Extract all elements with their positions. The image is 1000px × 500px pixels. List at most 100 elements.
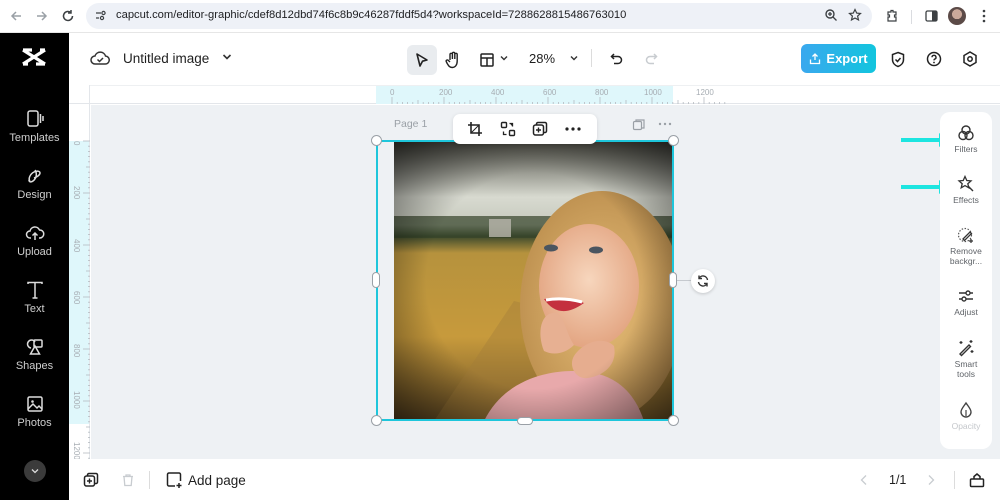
more-icon[interactable] (563, 119, 583, 139)
gear-icon (963, 51, 977, 67)
zoom-icon[interactable] (824, 8, 838, 22)
title-dropdown-chevron-icon[interactable] (221, 51, 233, 63)
replace-icon[interactable] (498, 119, 518, 139)
back-icon[interactable] (6, 6, 26, 26)
add-page-label: Add page (188, 472, 246, 488)
forward-icon[interactable] (32, 6, 52, 26)
ruler-ticks (391, 97, 726, 104)
resize-handle-bottom[interactable] (517, 417, 533, 425)
sidebar-more-button[interactable] (24, 460, 46, 482)
bottom-bar: Add page 1/1 (69, 459, 1000, 500)
panel-item-label: Opacity (951, 421, 981, 431)
export-button[interactable]: Export (801, 44, 876, 73)
smart-tools-icon (959, 340, 974, 357)
hand-icon (445, 51, 458, 69)
sidebar-item-text[interactable]: Text (0, 280, 69, 330)
menu-kebab-icon[interactable] (975, 7, 993, 25)
address-bar[interactable]: capcut.com/editor-graphic/cdef8d12dbd74f… (86, 3, 872, 29)
photos-icon (26, 396, 43, 412)
sidebar-item-label: Photos (17, 417, 52, 429)
resize-handle-top-left[interactable] (371, 135, 382, 146)
annotation-arrow-effects (901, 180, 949, 194)
sidebar-item-shapes[interactable]: Shapes (0, 337, 69, 387)
opacity-icon (960, 401, 972, 418)
panel-item-opacity[interactable]: Opacity (940, 401, 992, 431)
resize-handle-top-right[interactable] (668, 135, 679, 146)
page-counter: 1/1 (889, 473, 907, 487)
zoom-level[interactable]: 28% (529, 51, 555, 66)
adjust-icon (959, 290, 973, 302)
hand-tool-button[interactable] (440, 47, 466, 73)
effects-icon (957, 175, 974, 192)
settings-button[interactable] (957, 46, 983, 72)
pages-panel-button[interactable] (967, 470, 987, 490)
page-more-icon[interactable] (658, 122, 672, 126)
duplicate-page-icon[interactable] (632, 118, 646, 132)
sidebar-item-templates[interactable]: Templates (0, 109, 69, 159)
sidebar-item-design[interactable]: Design (0, 166, 69, 216)
add-page-button[interactable]: Add page (166, 470, 246, 490)
panel-item-label: Remove backgr... (949, 246, 983, 266)
panel-item-filters[interactable]: Filters (940, 124, 992, 154)
capcut-logo[interactable] (20, 47, 48, 69)
profile-avatar[interactable] (948, 7, 966, 25)
site-settings-icon[interactable] (95, 10, 107, 22)
resize-handle-right[interactable] (669, 272, 677, 288)
ruler-tick-label: 200 (72, 186, 81, 200)
browser-toolbar: capcut.com/editor-graphic/cdef8d12dbd74f… (0, 0, 1000, 33)
cloud-saved-icon[interactable] (90, 49, 110, 67)
design-icon (27, 169, 41, 183)
bookmark-star-icon[interactable] (848, 8, 862, 22)
chevron-down-icon (31, 469, 39, 474)
reload-icon[interactable] (58, 6, 78, 26)
ruler-tick-label: 1000 (644, 88, 662, 97)
resize-handle-bottom-right[interactable] (668, 415, 679, 426)
panel-item-smart-tools[interactable]: Smart tools (940, 339, 992, 379)
duplicate-icon[interactable] (530, 119, 550, 139)
resize-handle-left[interactable] (372, 272, 380, 288)
previous-page-button[interactable] (854, 470, 874, 490)
extensions-icon[interactable] (883, 7, 901, 25)
upload-icon (25, 226, 44, 240)
sidebar-item-label: Design (17, 189, 52, 201)
panel-item-effects[interactable]: Effects (940, 175, 992, 205)
layout-chevron-icon[interactable] (499, 53, 509, 63)
zoom-chevron-icon[interactable] (569, 53, 579, 63)
canvas-photo[interactable] (394, 141, 674, 421)
panel-item-remove-background[interactable]: Remove backgr... (940, 226, 992, 266)
text-icon (26, 281, 43, 299)
undo-button[interactable] (604, 46, 630, 72)
ruler-ticks (83, 140, 90, 459)
redo-button[interactable] (638, 46, 664, 72)
rotate-button[interactable] (691, 269, 715, 293)
next-page-button[interactable] (921, 470, 941, 490)
ruler-tick-label: 0 (390, 88, 395, 97)
ruler-vertical: 0 200 400 600 800 1000 1200 (69, 104, 90, 460)
divider (911, 10, 912, 24)
help-button[interactable] (921, 46, 947, 72)
sidebar-item-photos[interactable]: Photos (0, 394, 69, 444)
resize-handle-bottom-left[interactable] (371, 415, 382, 426)
undo-icon (610, 53, 623, 65)
sidebar-item-upload[interactable]: Upload (0, 223, 69, 273)
document-title[interactable]: Untitled image (123, 51, 209, 66)
crop-icon[interactable] (465, 119, 485, 139)
trash-icon (123, 474, 133, 487)
layout-button[interactable] (474, 47, 500, 73)
left-sidebar: Templates Design Upload Text Shapes Phot… (0, 33, 69, 500)
duplicate-page-button[interactable] (81, 470, 101, 490)
page-label[interactable]: Page 1 (394, 118, 427, 130)
url-text[interactable]: capcut.com/editor-graphic/cdef8d12dbd74f… (116, 9, 626, 21)
ruler-tick-label: 400 (491, 88, 505, 97)
shield-button[interactable] (885, 46, 911, 72)
panel-item-label: Smart tools (954, 359, 978, 379)
ruler-tick-label: 800 (595, 88, 609, 97)
sidebar-item-label: Text (24, 303, 45, 315)
export-icon (810, 52, 821, 64)
select-tool-button[interactable] (407, 45, 437, 75)
panel-item-adjust[interactable]: Adjust (940, 287, 992, 317)
side-panel-icon[interactable] (922, 7, 940, 25)
ruler-tick-label: 1200 (696, 88, 714, 97)
delete-page-button[interactable] (118, 470, 138, 490)
ruler-horizontal: 0 200 400 600 800 1000 1200 (90, 85, 1000, 104)
